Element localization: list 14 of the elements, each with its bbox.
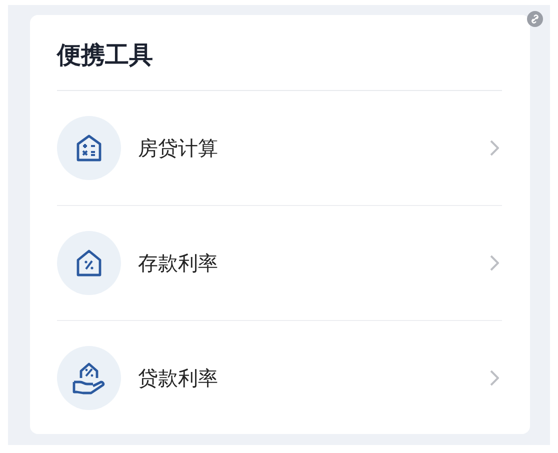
- chevron-right-icon: [490, 140, 499, 156]
- tool-item[interactable]: 存款利率: [57, 206, 502, 321]
- house-percent-icon: [74, 248, 104, 278]
- tool-label: 房贷计算: [138, 134, 219, 162]
- chevron-right-icon: [490, 370, 499, 386]
- tool-label: 存款利率: [138, 250, 219, 276]
- chevron-right-icon: [490, 255, 499, 271]
- section-title: 便携工具: [57, 39, 502, 91]
- house-calculator-icon: [74, 133, 104, 163]
- tool-item[interactable]: 贷款利率: [57, 321, 502, 435]
- tool-item[interactable]: 房贷计算: [57, 91, 502, 206]
- link-icon[interactable]: [527, 11, 543, 27]
- tool-label: 贷款利率: [138, 364, 219, 392]
- hand-house-icon: [71, 361, 107, 395]
